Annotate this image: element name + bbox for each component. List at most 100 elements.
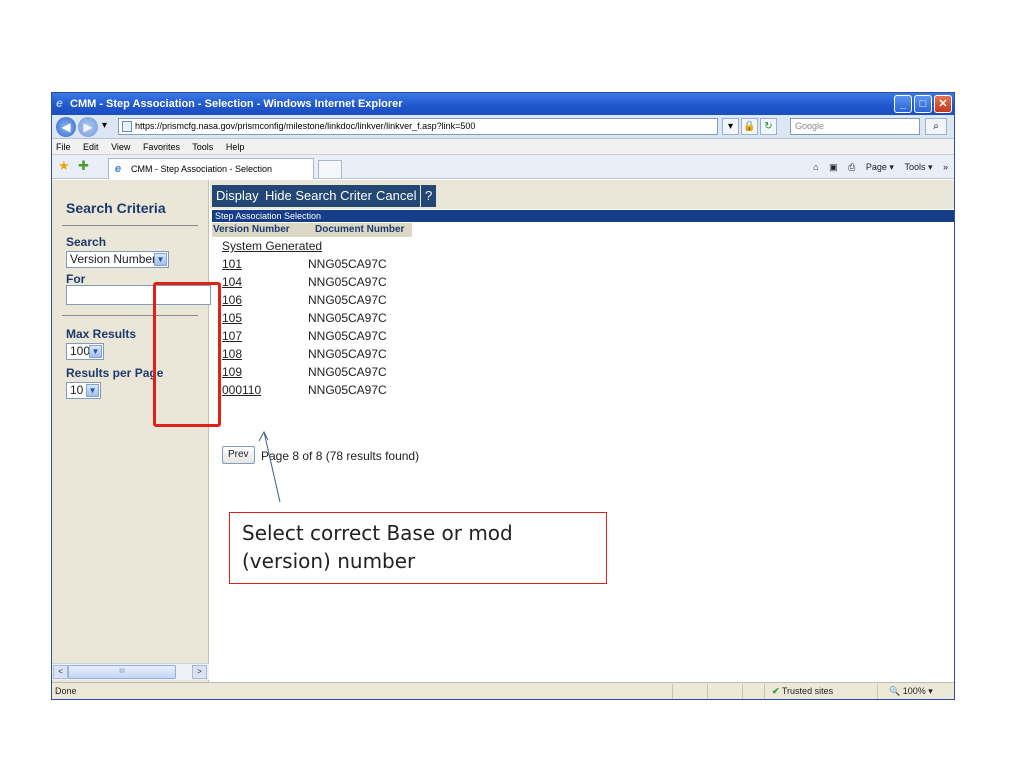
command-bar: ⌂ ▣ ⎙ Page ▾ Tools ▾ » [805,160,948,174]
document-number: NNG05CA97C [308,365,387,379]
tools-menu-button[interactable]: Tools ▾ [904,162,932,172]
document-number: NNG05CA97C [308,293,387,307]
close-window-button[interactable]: ✕ [934,95,952,113]
version-link[interactable]: 106 [222,291,242,309]
version-link[interactable]: 107 [222,327,242,345]
search-label: Search [66,235,107,249]
results-per-page-select[interactable]: 10 ▼ [66,382,101,399]
feeds-icon[interactable]: ▣ [829,162,838,172]
document-number: NNG05CA97C [308,329,387,343]
chevron-down-icon[interactable]: ▼ [86,384,99,397]
version-link[interactable]: 105 [222,309,242,327]
menu-tools[interactable]: Tools [192,142,213,152]
prev-page-button[interactable]: Prev [222,446,255,464]
for-label: For [66,272,86,286]
table-row: 105 NNG05CA97C [210,309,510,327]
window-titlebar[interactable]: e CMM - Step Association - Selection - W… [52,93,954,115]
print-icon[interactable]: ⎙ [848,162,855,172]
document-number: NNG05CA97C [308,347,387,361]
scroll-right-button[interactable]: > [192,665,207,679]
divider [62,315,198,316]
help-button[interactable]: ? [421,185,437,207]
version-link[interactable]: 000110 [222,381,261,399]
status-bar: Done ✔ Trusted sites 🔍 100% ▾ [52,682,954,699]
menu-edit[interactable]: Edit [83,142,99,152]
scroll-left-button[interactable]: < [53,665,68,679]
zoom-control[interactable]: 🔍 100% ▾ [889,683,933,699]
hide-search-criteria-button[interactable]: Hide Search Criteria [261,185,387,207]
nav-history-dropdown-icon[interactable]: ▾ [102,120,107,131]
max-results-select[interactable]: 100 ▼ [66,343,104,360]
scroll-thumb[interactable]: III [68,665,176,679]
zoom-level: 100% [902,686,926,696]
search-input[interactable]: Google [790,118,920,135]
document-number: NNG05CA97C [308,257,387,271]
menu-help[interactable]: Help [226,142,245,152]
results-per-page-value: 10 [70,383,84,397]
search-button[interactable]: ⌕ [925,118,947,135]
search-field-value: Version Number [70,252,157,266]
maximize-button[interactable]: □ [914,95,932,113]
back-button[interactable]: ◀ [56,117,76,137]
system-generated-link[interactable]: System Generated [222,237,322,255]
table-header: Version Number Document Number [212,223,412,237]
tab-cmm-step-association[interactable]: e CMM - Step Association - Selection [108,158,314,179]
version-link[interactable]: 108 [222,345,242,363]
version-link[interactable]: 109 [222,363,242,381]
address-bar: ◀ ▶ ▾ https://prismcfg.nasa.gov/prismcon… [52,115,954,139]
table-row: 106 NNG05CA97C [210,291,510,309]
new-tab-button[interactable] [318,160,342,178]
status-divider [672,684,673,699]
table-row: 109 NNG05CA97C [210,363,510,381]
tab-ie-icon: e [115,163,122,175]
lock-icon[interactable]: 🔒 [741,118,758,135]
table-row: 000110 NNG05CA97C [210,381,510,399]
forward-button[interactable]: ▶ [78,117,98,137]
menu-favorites[interactable]: Favorites [143,142,180,152]
col-version-number: Version Number [213,224,290,235]
home-icon[interactable]: ⌂ [813,162,818,172]
url-text: https://prismcfg.nasa.gov/prismconfig/mi… [135,121,476,131]
menu-file[interactable]: File [56,142,71,152]
refresh-button[interactable]: ↻ [760,118,777,135]
search-criteria-heading: Search Criteria [66,200,166,216]
action-toolbar: Display Hide Search Criteria Cancel ? [210,180,954,209]
divider [62,225,198,226]
chevron-down-icon[interactable]: ▼ [154,253,167,266]
security-zone[interactable]: ✔ Trusted sites [772,683,834,699]
results-panel: Display Hide Search Criteria Cancel ? St… [210,180,954,682]
search-criteria-panel: Search Criteria Search Version Number ▼ … [52,180,211,682]
table-row: 107 NNG05CA97C [210,327,510,345]
menu-bar: File Edit View Favorites Tools Help [52,139,954,155]
minimize-button[interactable]: _ [894,95,912,113]
display-button[interactable]: Display [212,185,263,207]
sidebar-horizontal-scrollbar[interactable]: < III > [52,663,209,680]
version-link[interactable]: 104 [222,273,242,291]
cancel-button[interactable]: Cancel [372,185,421,207]
page-menu-button[interactable]: Page ▾ [866,162,894,172]
add-favorites-icon[interactable]: ✚ [78,159,89,173]
url-dropdown-button[interactable]: ▾ [722,118,739,135]
system-generated-row: System Generated [210,237,510,255]
callout-line-1: Select correct Base or mod [242,521,513,545]
document-number: NNG05CA97C [308,383,387,397]
favorites-star-icon[interactable]: ★ [58,159,70,173]
document-number: NNG05CA97C [308,275,387,289]
table-row: 108 NNG05CA97C [210,345,510,363]
chevron-down-icon[interactable]: ▼ [89,345,102,358]
favorites-bar: ★ ✚ e CMM - Step Association - Selection… [52,155,954,179]
max-results-value: 100 [70,344,91,358]
for-input[interactable] [66,285,211,305]
security-zone-label: Trusted sites [781,686,834,696]
annotation-callout: Select correct Base or mod (version) num… [229,512,607,584]
callout-arrow [258,430,281,503]
version-link[interactable]: 101 [222,255,242,273]
chevron-more-icon[interactable]: » [943,162,948,172]
search-field-select[interactable]: Version Number ▼ [66,251,169,268]
page-icon [122,121,132,132]
status-text: Done [55,686,77,696]
status-divider [742,684,743,699]
url-input[interactable]: https://prismcfg.nasa.gov/prismconfig/mi… [118,118,718,135]
ie-logo-icon: e [56,96,63,110]
menu-view[interactable]: View [111,142,130,152]
